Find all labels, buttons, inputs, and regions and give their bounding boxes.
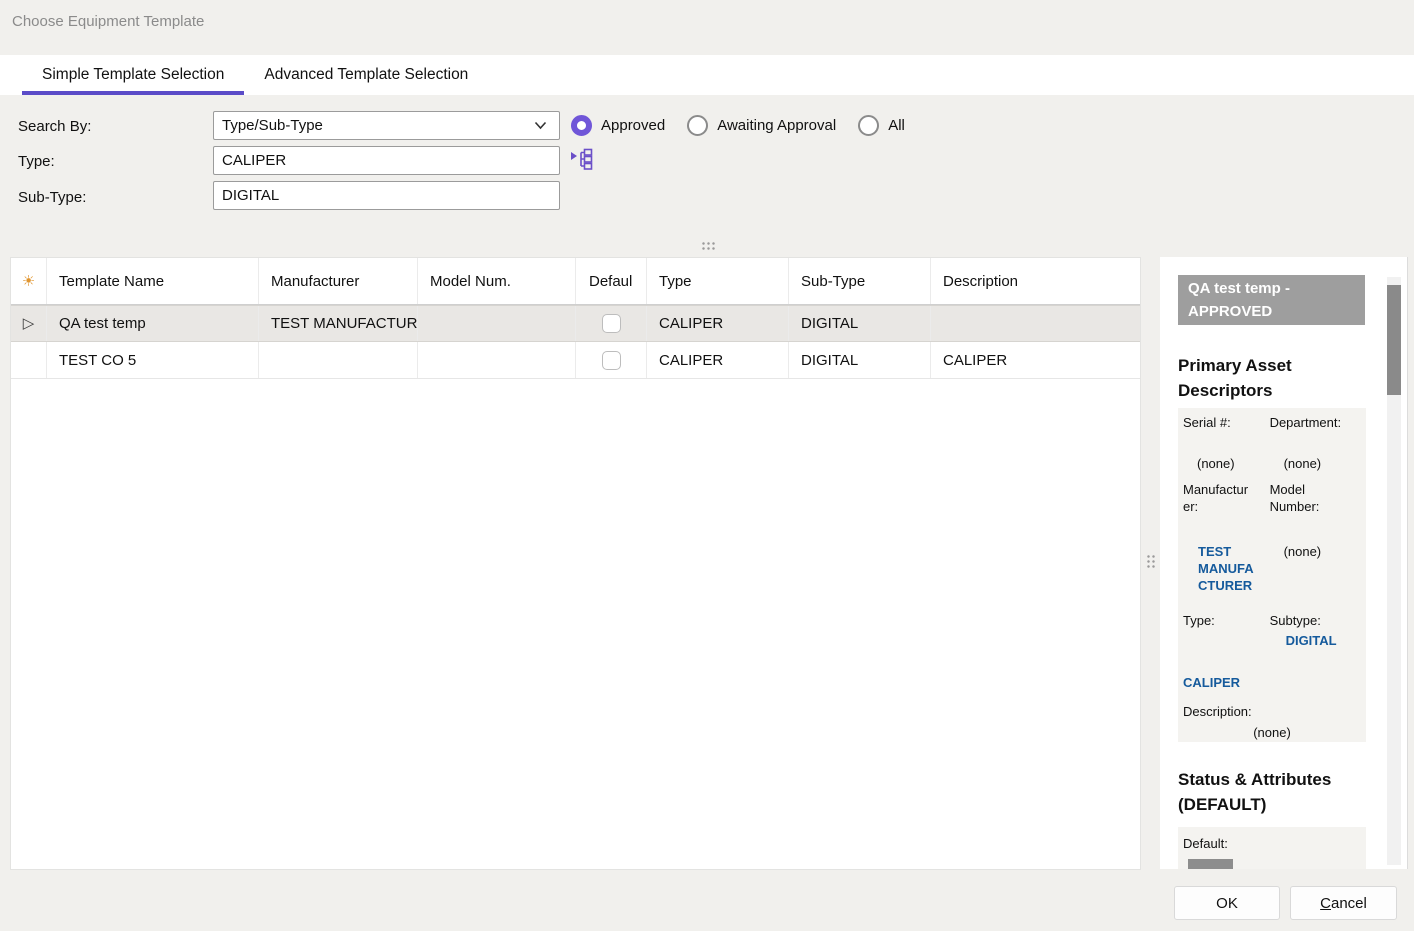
serial-label: Serial #:	[1183, 414, 1255, 431]
cell-sub-type: DIGITAL	[789, 342, 931, 378]
horizontal-splitter-grip[interactable]	[701, 241, 716, 250]
detail-subtype-label: Subtype:	[1270, 612, 1352, 629]
search-by-selected-value: Type/Sub-Type	[222, 117, 323, 134]
type-label: Type:	[18, 153, 55, 170]
description-label: Description:	[1183, 703, 1361, 720]
cell-manufacturer	[259, 342, 418, 378]
cancel-button[interactable]: Cancel	[1290, 886, 1397, 920]
ok-button[interactable]: OK	[1174, 886, 1280, 920]
search-by-label: Search By:	[18, 118, 91, 135]
cell-model-num	[418, 342, 576, 378]
radio-all-circle-icon	[858, 115, 879, 136]
detail-field-columns: Serial #: (none) Manufacturer: TEST MANU…	[1183, 414, 1361, 691]
column-header-description[interactable]: Description	[931, 258, 1142, 304]
tab-simple-template-selection[interactable]: Simple Template Selection	[22, 55, 244, 95]
radio-awaiting-label: Awaiting Approval	[717, 117, 836, 134]
type-input[interactable]	[213, 146, 560, 175]
detail-type-value: CALIPER	[1183, 674, 1270, 691]
radio-awaiting-circle-icon	[687, 115, 708, 136]
column-header-default[interactable]: Defaul	[576, 258, 647, 304]
tab-advanced-template-selection[interactable]: Advanced Template Selection	[244, 55, 488, 95]
vertical-splitter-grip[interactable]	[1146, 554, 1155, 569]
sub-type-label: Sub-Type:	[18, 189, 86, 206]
template-detail-panel: QA test temp - APPROVED Primary Asset De…	[1160, 257, 1408, 869]
detail-scrollbar-thumb[interactable]	[1387, 285, 1401, 395]
detail-type-label: Type:	[1183, 612, 1255, 629]
ok-button-label: OK	[1216, 895, 1238, 912]
dialog-title: Choose Equipment Template	[12, 13, 204, 30]
cell-type: CALIPER	[647, 306, 789, 341]
model-number-value: (none)	[1284, 543, 1361, 560]
serial-value: (none)	[1197, 455, 1270, 472]
department-value: (none)	[1284, 455, 1361, 472]
cell-sub-type: DIGITAL	[789, 306, 931, 341]
cell-manufacturer: TEST MANUFACTURER	[259, 306, 418, 341]
row-selector-cell: ▷	[11, 306, 47, 341]
search-by-dropdown[interactable]: Type/Sub-Type	[213, 111, 560, 140]
type-hierarchy-icon[interactable]	[570, 148, 594, 170]
radio-awaiting-approval[interactable]: Awaiting Approval	[687, 115, 836, 136]
primary-asset-descriptors-title: Primary Asset Descriptors	[1178, 353, 1370, 403]
tab-advanced-label: Advanced Template Selection	[264, 66, 468, 84]
default-checkbox[interactable]	[602, 314, 621, 333]
manufacturer-label: Manufacturer:	[1183, 481, 1255, 515]
table-row-test-co-5[interactable]: TEST CO 5 CALIPER DIGITAL CALIPER	[11, 342, 1140, 379]
table-row-qa-test-temp[interactable]: ▷ QA test temp TEST MANUFACTURER CALIPER…	[11, 305, 1140, 342]
primary-asset-fieldbox: Serial #: (none) Manufacturer: TEST MANU…	[1178, 408, 1366, 742]
radio-all-label: All	[888, 117, 905, 134]
cell-template-name: QA test temp	[47, 306, 259, 341]
cell-default	[576, 342, 647, 378]
column-header-template-name[interactable]: Template Name	[47, 258, 259, 304]
cell-model-num	[418, 306, 576, 341]
detail-right-column: Department: (none) Model Number: (none) …	[1270, 414, 1361, 691]
detail-scrollbar-track[interactable]	[1387, 277, 1401, 865]
row-selector-arrow-icon: ▷	[23, 316, 35, 331]
settings-sun-icon: ☀	[22, 274, 35, 289]
sub-type-input[interactable]	[213, 181, 560, 210]
chevron-down-icon	[534, 121, 547, 130]
detail-default-label: Default:	[1183, 833, 1361, 852]
status-attributes-title: Status & Attributes (DEFAULT)	[1178, 767, 1370, 817]
cell-description	[931, 306, 1142, 341]
cell-template-name: TEST CO 5	[47, 342, 259, 378]
column-header-type[interactable]: Type	[647, 258, 789, 304]
cell-default	[576, 306, 647, 341]
detail-left-column: Serial #: (none) Manufacturer: TEST MANU…	[1183, 414, 1270, 691]
detail-header-badge: QA test temp - APPROVED	[1178, 275, 1365, 325]
tab-simple-label: Simple Template Selection	[42, 66, 224, 84]
cancel-button-accesskey: C	[1320, 895, 1331, 912]
model-number-label: Model Number:	[1270, 481, 1352, 515]
radio-approved[interactable]: Approved	[571, 115, 665, 136]
template-grid: ☀ Template Name Manufacturer Model Num. …	[10, 257, 1141, 870]
description-value: (none)	[1183, 724, 1361, 741]
cell-type: CALIPER	[647, 342, 789, 378]
department-label: Department:	[1270, 414, 1352, 431]
column-header-manufacturer[interactable]: Manufacturer	[259, 258, 418, 304]
row-selector-cell	[11, 342, 47, 378]
cancel-button-label: ancel	[1331, 895, 1367, 912]
radio-approved-label: Approved	[601, 117, 665, 134]
grid-settings-header-cell[interactable]: ☀	[11, 258, 47, 304]
approval-radio-group: Approved Awaiting Approval All	[571, 111, 905, 140]
radio-all[interactable]: All	[858, 115, 905, 136]
status-attributes-fieldbox: Default:	[1178, 827, 1366, 869]
grid-header-row: ☀ Template Name Manufacturer Model Num. …	[11, 258, 1140, 305]
choose-equipment-template-dialog: Choose Equipment Template Simple Templat…	[0, 0, 1414, 931]
default-checkbox[interactable]	[602, 351, 621, 370]
detail-subtype-value: DIGITAL	[1286, 632, 1361, 649]
default-value-clipped-bar	[1188, 859, 1233, 869]
column-header-model-num[interactable]: Model Num.	[418, 258, 576, 304]
cell-description: CALIPER	[931, 342, 1142, 378]
column-header-sub-type[interactable]: Sub-Type	[789, 258, 931, 304]
tab-bar: Simple Template Selection Advanced Templ…	[0, 55, 1414, 95]
radio-approved-circle-icon	[571, 115, 592, 136]
manufacturer-value: TEST MANUFACTURER	[1198, 543, 1260, 594]
